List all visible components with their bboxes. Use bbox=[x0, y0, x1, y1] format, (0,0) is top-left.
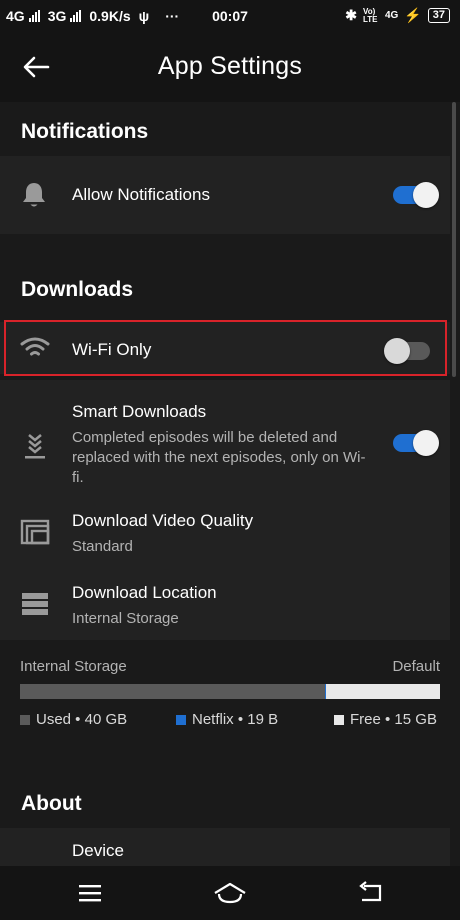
download-video-quality-row[interactable]: Download Video Quality Standard bbox=[0, 504, 450, 570]
downloads-settings-group: Smart Downloads Completed episodes will … bbox=[0, 380, 450, 640]
netflix-swatch bbox=[176, 714, 186, 725]
system-nav-bar bbox=[0, 866, 460, 920]
menu-icon bbox=[79, 885, 101, 902]
page-title: App Settings bbox=[157, 52, 303, 80]
scrollbar[interactable] bbox=[452, 102, 456, 377]
smart-downloads-toggle[interactable] bbox=[393, 430, 439, 456]
smart-downloads-description: Completed episodes will be deleted and r… bbox=[72, 429, 366, 486]
status-bar: 4G 3G 0.9K/s ψ ··· 00:07 ✱ Vo) LTE 4G ⚡ … bbox=[0, 0, 460, 32]
home-icon bbox=[214, 882, 246, 904]
device-label: Device bbox=[72, 841, 124, 860]
smart-downloads-label: Smart Downloads bbox=[72, 402, 207, 421]
bluetooth-icon: ✱ bbox=[345, 7, 357, 23]
downloads-section-title: Downloads bbox=[21, 278, 134, 301]
legend-free-label: Free • 15 GB bbox=[350, 711, 437, 728]
app-header: App Settings bbox=[0, 32, 460, 102]
notifications-section-title: Notifications bbox=[21, 120, 149, 143]
storage-usage-bar bbox=[20, 684, 440, 699]
storage-label: Internal Storage bbox=[20, 658, 127, 675]
download-video-quality-value: Standard bbox=[72, 538, 133, 555]
smart-downloads-icon bbox=[25, 434, 45, 459]
allow-notifications-label: Allow Notifications bbox=[72, 185, 210, 204]
about-section-title: About bbox=[21, 792, 82, 815]
wifi-only-label: Wi-Fi Only bbox=[72, 340, 152, 359]
download-location-row[interactable]: Download Location Internal Storage bbox=[0, 576, 450, 640]
legend-free: Free • 15 GB bbox=[334, 711, 437, 728]
bell-icon bbox=[23, 183, 45, 207]
storage-default-value: Default bbox=[392, 658, 440, 675]
download-video-quality-label: Download Video Quality bbox=[72, 511, 254, 530]
download-location-label: Download Location bbox=[72, 583, 217, 602]
storage-used-segment bbox=[20, 684, 325, 699]
wifi-only-row[interactable]: Wi-Fi Only bbox=[0, 322, 450, 374]
used-swatch bbox=[20, 714, 30, 725]
charging-icon: ⚡ bbox=[404, 7, 422, 23]
menu-button[interactable] bbox=[70, 880, 110, 906]
allow-notifications-toggle[interactable] bbox=[393, 182, 439, 208]
clock: 00:07 bbox=[212, 8, 248, 24]
legend-netflix: Netflix • 19 B bbox=[176, 711, 278, 728]
wifi-icon bbox=[20, 337, 50, 356]
volte-indicator: Vo) LTE bbox=[362, 6, 378, 24]
system-back-button[interactable] bbox=[350, 880, 390, 906]
legend-used-label: Used • 40 GB bbox=[36, 711, 128, 728]
wifi-only-toggle[interactable] bbox=[384, 338, 430, 364]
smart-downloads-row[interactable]: Smart Downloads Completed episodes will … bbox=[0, 380, 450, 500]
allow-notifications-row[interactable]: Allow Notifications bbox=[0, 156, 450, 234]
back-return-icon bbox=[359, 881, 382, 902]
legend-netflix-label: Netflix • 19 B bbox=[192, 711, 279, 728]
storage-icon bbox=[22, 593, 48, 615]
battery-icon: 37 bbox=[427, 8, 450, 23]
free-swatch bbox=[334, 714, 344, 725]
network-type-3: 4G bbox=[384, 10, 399, 21]
download-location-value: Internal Storage bbox=[72, 610, 179, 627]
video-quality-icon bbox=[20, 519, 50, 545]
storage-netflix-segment bbox=[325, 684, 326, 699]
home-button[interactable] bbox=[210, 880, 250, 906]
legend-used: Used • 40 GB bbox=[20, 711, 127, 728]
device-row[interactable]: Device bbox=[0, 828, 450, 866]
